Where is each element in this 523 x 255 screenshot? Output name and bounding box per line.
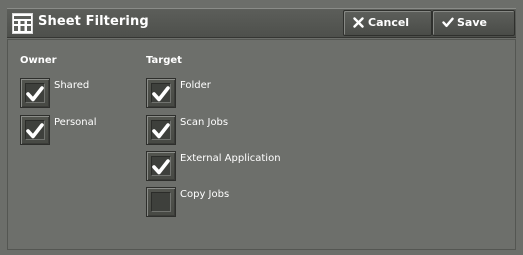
target-external-application-label: External Application xyxy=(180,153,281,164)
checkbox-well xyxy=(151,192,171,212)
owner-personal-checkbox[interactable] xyxy=(20,115,50,145)
filter-panel: Owner Shared Personal Target Folder Scan… xyxy=(7,39,516,250)
owner-personal-label: Personal xyxy=(54,117,97,128)
owner-shared-label: Shared xyxy=(54,80,90,91)
page-title: Sheet Filtering xyxy=(38,14,149,29)
cancel-button[interactable]: Cancel xyxy=(343,10,432,36)
sheet-filtering-icon xyxy=(12,13,33,34)
target-folder-label: Folder xyxy=(180,80,211,91)
target-copy-jobs-checkbox[interactable] xyxy=(146,187,176,217)
owner-shared-checkbox[interactable] xyxy=(20,78,50,108)
save-button-label: Save xyxy=(457,16,487,29)
target-scan-jobs-checkbox[interactable] xyxy=(146,115,176,145)
owner-heading: Owner xyxy=(20,55,57,66)
target-folder-checkbox[interactable] xyxy=(146,78,176,108)
dialog-frame: Sheet Filtering Cancel Save Owner Shared… xyxy=(0,0,523,255)
target-copy-jobs-label: Copy Jobs xyxy=(180,189,230,200)
target-heading: Target xyxy=(146,55,182,66)
target-scan-jobs-label: Scan Jobs xyxy=(180,117,229,128)
target-external-application-checkbox[interactable] xyxy=(146,151,176,181)
save-button[interactable]: Save xyxy=(432,10,515,36)
dialog-header: Sheet Filtering Cancel Save xyxy=(7,8,516,38)
cancel-button-label: Cancel xyxy=(368,16,410,29)
